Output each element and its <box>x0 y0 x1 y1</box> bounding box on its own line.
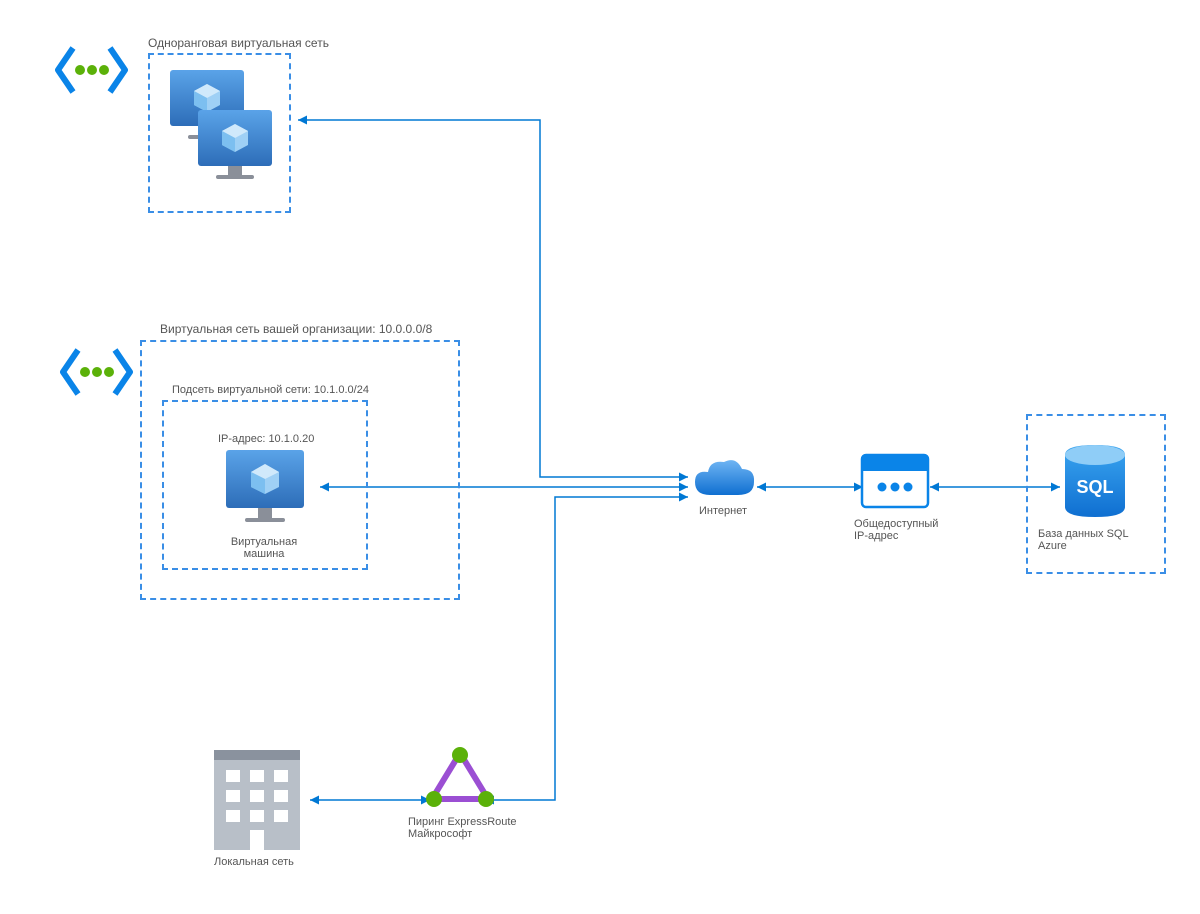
public-ip-label: Общедоступный IP-адрес <box>854 518 944 542</box>
peer-vnet-box <box>148 53 291 213</box>
peer-vnet-label: Одноранговая виртуальная сеть <box>148 36 329 50</box>
building-icon <box>214 750 300 850</box>
cloud-icon <box>695 460 754 495</box>
vm-label: Виртуальная машина <box>214 536 314 560</box>
subnet-label: Подсеть виртуальной сети: 10.1.0.0/24 <box>172 384 369 396</box>
vnet-icon <box>63 350 130 394</box>
onprem-label: Локальная сеть <box>214 856 304 868</box>
vnet-icon <box>58 48 125 92</box>
org-vnet-label: Виртуальная сеть вашей организации: 10.0… <box>160 322 432 336</box>
public-ip-icon <box>862 455 928 507</box>
ip-label: IP-адрес: 10.1.0.20 <box>218 433 314 445</box>
sql-label: База данных SQL Azure <box>1038 528 1158 552</box>
internet-label: Интернет <box>699 505 747 517</box>
expressroute-label: Пиринг ExpressRoute Майкрософт <box>408 816 538 840</box>
expressroute-icon <box>426 747 494 807</box>
